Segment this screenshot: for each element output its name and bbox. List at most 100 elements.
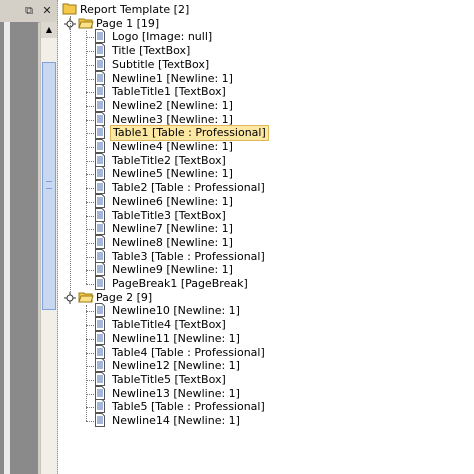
tree-node-label: Newline2 [Newline: 1] bbox=[112, 98, 233, 112]
document-icon bbox=[94, 399, 108, 414]
tree-connector bbox=[86, 37, 94, 39]
document-icon bbox=[94, 344, 108, 359]
folder-open-icon bbox=[78, 16, 94, 30]
document-icon bbox=[94, 29, 108, 44]
tree-node-label: Newline6 [Newline: 1] bbox=[112, 194, 233, 208]
editor-pane-edge: ⧉ ✕ ▲ bbox=[0, 0, 58, 474]
scroll-up-arrow-icon[interactable]: ▲ bbox=[41, 22, 57, 38]
document-icon bbox=[94, 139, 108, 153]
document-margin bbox=[4, 22, 10, 474]
document-icon bbox=[94, 111, 108, 126]
tree-connector bbox=[86, 51, 94, 53]
document-icon bbox=[94, 262, 108, 277]
tree-connector bbox=[86, 352, 94, 354]
tree-connector bbox=[86, 325, 94, 327]
tree-connector bbox=[86, 311, 94, 313]
tree-node-label: TableTitle2 [TextBox] bbox=[112, 153, 226, 167]
restore-icon[interactable]: ⧉ bbox=[22, 4, 36, 18]
tree-node-label: Newline4 [Newline: 1] bbox=[112, 140, 233, 153]
tree-connector bbox=[86, 421, 94, 422]
tree-connector bbox=[86, 229, 94, 231]
tree-node-label: Newline7 [Newline: 1] bbox=[112, 222, 233, 236]
document-icon bbox=[94, 180, 108, 195]
document-icon bbox=[94, 303, 108, 318]
tree-node-label: Table5 [Table : Professional] bbox=[112, 400, 265, 414]
document-icon bbox=[94, 371, 108, 386]
tree-node-label: Table4 [Table : Professional] bbox=[112, 345, 265, 359]
expand-toggle-icon[interactable] bbox=[64, 291, 76, 304]
document-icon bbox=[94, 207, 108, 222]
tree-node-label: TableTitle5 [TextBox] bbox=[112, 372, 226, 386]
tree-node-label: Newline11 [Newline: 1] bbox=[112, 331, 240, 345]
tree-connector bbox=[86, 379, 94, 381]
tree-node-label: Report Template [2] bbox=[80, 3, 190, 16]
tree-node-label: Logo [Image: null] bbox=[112, 30, 213, 44]
document-icon bbox=[94, 276, 108, 290]
tree-connector bbox=[86, 366, 94, 368]
tree-node-label: Newline14 [Newline: 1] bbox=[112, 414, 240, 427]
folder-icon bbox=[62, 2, 77, 16]
tree-connector bbox=[70, 16, 71, 292]
document-icon bbox=[94, 56, 108, 71]
document-icon bbox=[94, 152, 108, 167]
tree-connector bbox=[86, 105, 94, 107]
tree-connector bbox=[86, 160, 94, 162]
document-icon bbox=[94, 84, 108, 99]
tree-node-label: Title [TextBox] bbox=[112, 44, 191, 58]
tree-node-label: Newline12 [Newline: 1] bbox=[112, 359, 240, 373]
tree-connector bbox=[86, 78, 94, 80]
tree-connector bbox=[86, 393, 94, 395]
document-icon bbox=[94, 358, 108, 373]
tree-node-label: TableTitle1 [TextBox] bbox=[112, 85, 226, 99]
tree-connector bbox=[86, 92, 94, 94]
tree-connector bbox=[86, 215, 94, 217]
tree-node-label: Newline8 [Newline: 1] bbox=[112, 235, 233, 249]
document-icon bbox=[94, 317, 108, 332]
document-icon bbox=[94, 221, 108, 236]
document-icon bbox=[94, 125, 108, 140]
tree-node-label: Newline13 [Newline: 1] bbox=[112, 386, 240, 400]
tree-connector bbox=[86, 338, 94, 340]
tree-connector bbox=[86, 119, 94, 121]
tree-connector bbox=[86, 133, 94, 135]
document-icon bbox=[94, 385, 108, 400]
tree-node-label: Table2 [Table : Professional] bbox=[112, 181, 265, 195]
tree-connector bbox=[86, 304, 87, 421]
splitter[interactable] bbox=[57, 0, 59, 474]
tree-connector bbox=[86, 174, 94, 176]
tree-node-label: Newline9 [Newline: 1] bbox=[112, 263, 233, 277]
vertical-scrollbar[interactable]: ▲ bbox=[40, 22, 57, 474]
tree-connector bbox=[86, 64, 94, 66]
document-icon bbox=[94, 413, 108, 427]
tree-connector bbox=[86, 256, 94, 258]
tree-node-label: Newline5 [Newline: 1] bbox=[112, 167, 233, 181]
tree-connector bbox=[86, 270, 94, 272]
tree-connector bbox=[86, 201, 94, 203]
scrollbar-thumb[interactable] bbox=[42, 62, 56, 310]
tree-node-label: TableTitle3 [TextBox] bbox=[112, 208, 226, 222]
tree-node-label: Subtitle [TextBox] bbox=[112, 57, 210, 71]
tree-node-label: PageBreak1 [PageBreak] bbox=[112, 277, 248, 290]
tree-connector bbox=[86, 242, 94, 244]
tree-connector bbox=[86, 407, 94, 409]
document-icon bbox=[94, 330, 108, 345]
tree-node-label: Newline1 [Newline: 1] bbox=[112, 71, 233, 85]
pane-title-strip: ⧉ ✕ bbox=[0, 0, 58, 23]
tree-node-label: Newline10 [Newline: 1] bbox=[112, 304, 240, 318]
document-icon bbox=[94, 97, 108, 112]
report-structure-tree: Report Template [2] Page 1 [19] Logo [Imag… bbox=[60, 0, 474, 474]
tree-connector bbox=[86, 147, 94, 148]
tree-node-label: TableTitle4 [TextBox] bbox=[112, 318, 226, 332]
tree-node-label: Table3 [Table : Professional] bbox=[112, 249, 265, 263]
document-icon bbox=[94, 193, 108, 208]
document-icon bbox=[94, 70, 108, 85]
document-icon bbox=[94, 248, 108, 263]
tree-connector bbox=[86, 284, 94, 285]
document-icon bbox=[94, 234, 108, 249]
document-icon bbox=[94, 43, 108, 58]
document-icon bbox=[94, 166, 108, 181]
tree-connector bbox=[86, 30, 87, 284]
tree-connector bbox=[86, 188, 94, 190]
folder-open-icon bbox=[78, 290, 94, 304]
close-icon[interactable]: ✕ bbox=[40, 4, 54, 18]
